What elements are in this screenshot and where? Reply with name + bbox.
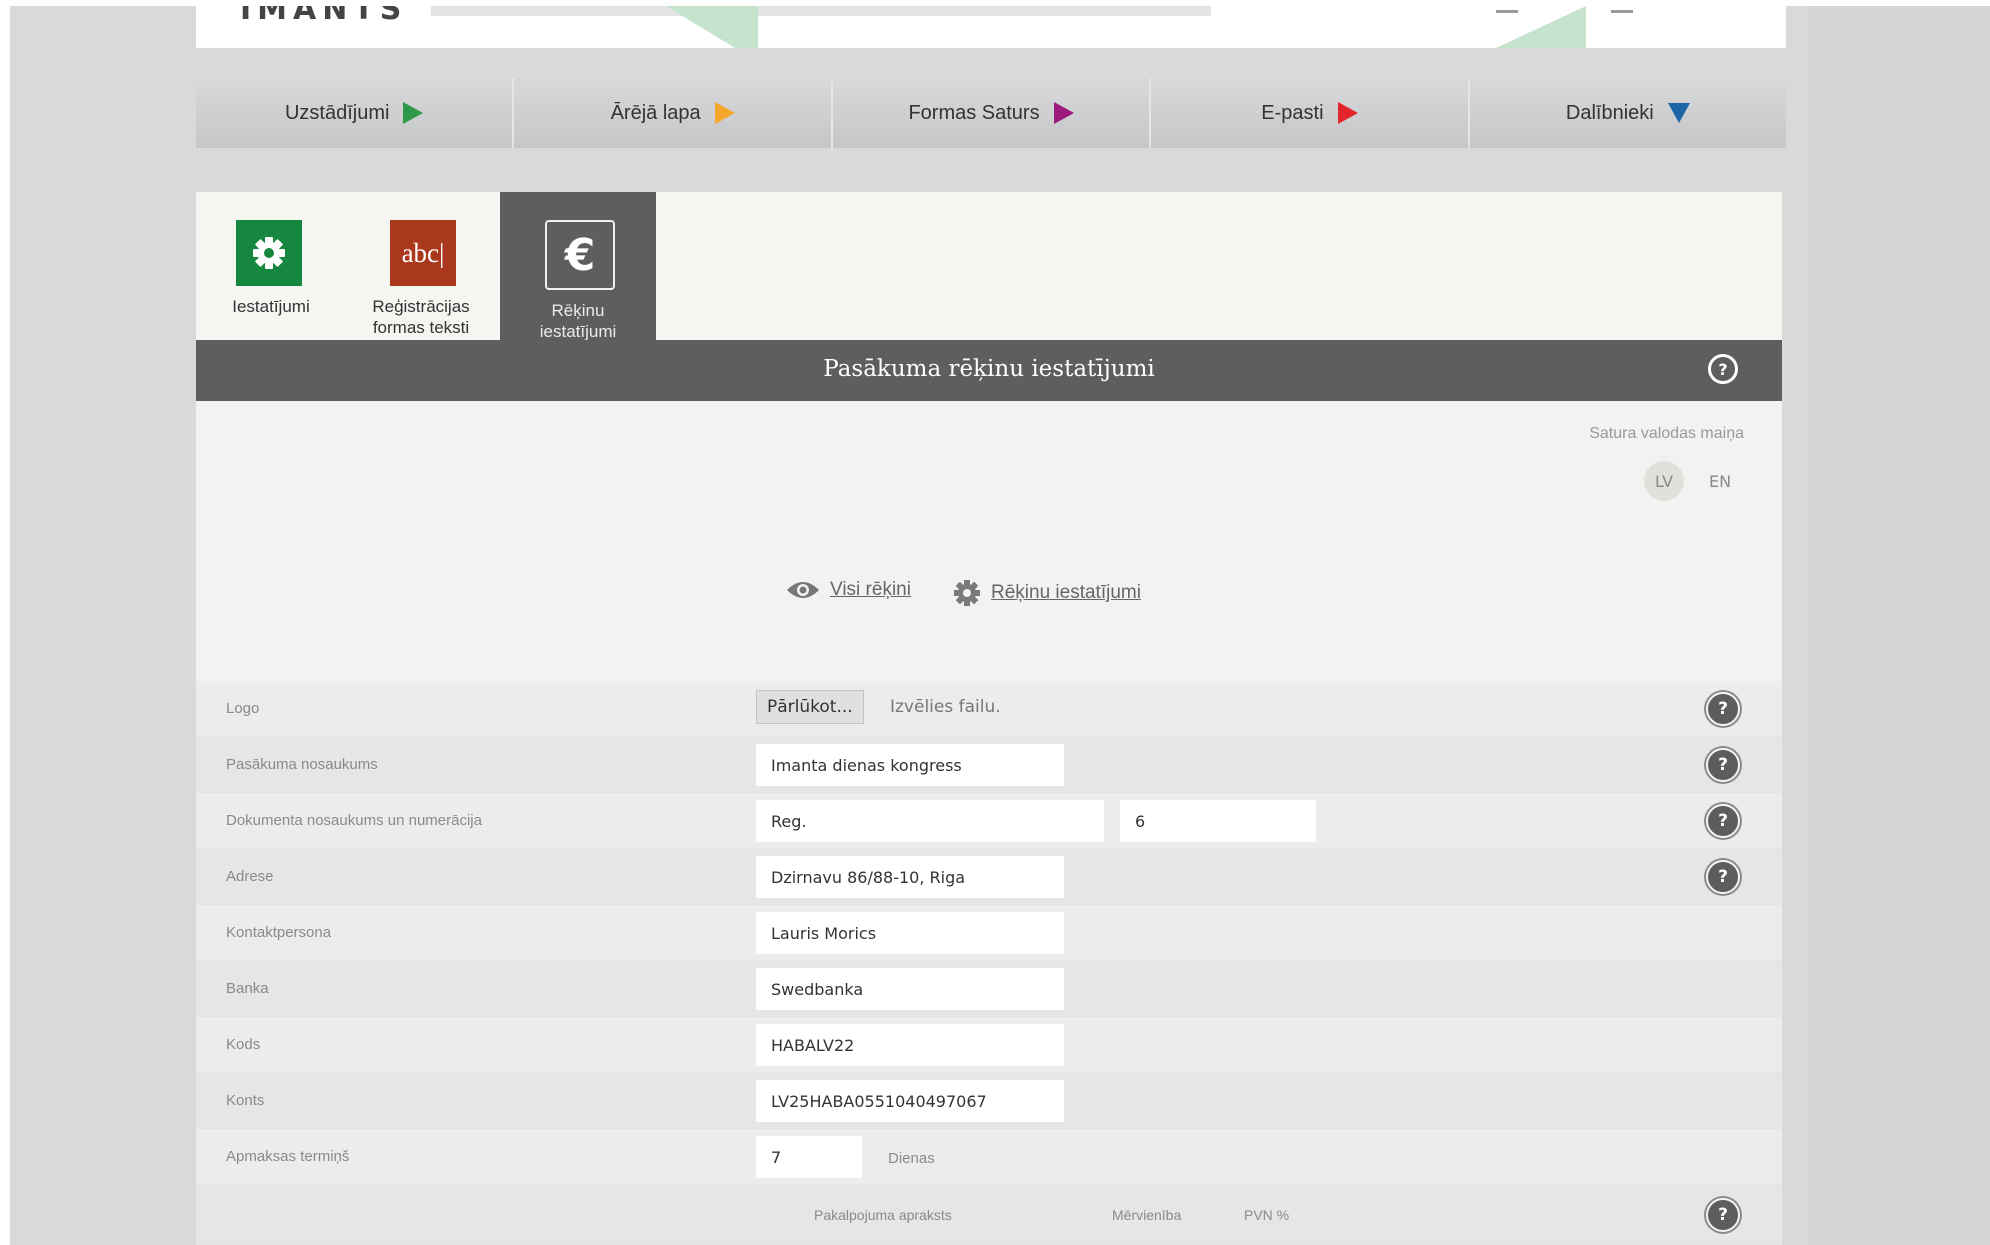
all-invoices-link[interactable]: Visi rēķini <box>786 579 911 601</box>
form-row-payment-term: Apmaksas termiņš Dienas <box>196 1129 1782 1185</box>
language-en-button[interactable]: EN <box>1700 461 1740 501</box>
nav-external-page[interactable]: Ārējā lapa <box>514 78 833 148</box>
payment-term-input[interactable] <box>756 1136 862 1178</box>
tab-registration-texts[interactable]: abc| Reģistrācijas formas teksti <box>346 192 496 340</box>
bank-input[interactable] <box>756 968 1064 1010</box>
logo-label: Logo <box>226 700 260 717</box>
language-lv-button[interactable]: LV <box>1644 461 1684 501</box>
nav-emails[interactable]: E-pasti <box>1151 78 1470 148</box>
code-input[interactable] <box>756 1024 1064 1066</box>
payment-term-label: Apmaksas termiņš <box>226 1148 350 1165</box>
section-title-bar: Pasākuma rēķinu iestatījumi ? <box>196 340 1782 401</box>
service-description-header: Pakalpojuma apraksts <box>814 1207 952 1223</box>
tab-settings[interactable]: Iestatījumi <box>196 192 346 340</box>
help-icon[interactable]: ? <box>1706 748 1740 782</box>
form-row-account: Konts <box>196 1073 1782 1129</box>
browse-file-button[interactable]: Pārlūkot... <box>756 690 864 724</box>
tab-invoice-settings[interactable]: € Rēķinu iestatījumi <box>500 192 656 341</box>
content-area: Satura valodas maiņa LV EN Visi rēķini R… <box>196 401 1782 681</box>
document-name-label: Dokumenta nosaukums un numerācija <box>226 812 482 829</box>
nav-external-page-label: Ārējā lapa <box>610 101 701 124</box>
tab-registration-texts-label: Reģistrācijas formas teksti <box>372 297 470 337</box>
page-title: Pasākuma rēķinu iestatījumi <box>823 356 1155 382</box>
contact-label: Kontaktpersona <box>226 924 332 941</box>
language-switch-caption: Satura valodas maiņa <box>1589 425 1744 442</box>
nav-emails-label: E-pasti <box>1261 101 1324 124</box>
account-input[interactable] <box>756 1080 1064 1122</box>
invoice-settings-label: Rēķinu iestatījumi <box>991 582 1141 603</box>
address-label: Adrese <box>226 868 274 885</box>
form-row-contact: Kontaktpersona <box>196 905 1782 961</box>
main-navigation: Uzstādījumi Ārējā lapa Formas Saturs E-p… <box>196 78 1787 148</box>
eye-icon <box>787 582 819 598</box>
help-icon[interactable]: ? <box>1708 354 1738 384</box>
nav-settings-label: Uzstādījumi <box>284 101 390 124</box>
header-user-icon[interactable] <box>1611 6 1633 13</box>
form-row-code: Kods <box>196 1017 1782 1073</box>
nav-form-content-label: Formas Saturs <box>908 101 1040 124</box>
header-menu-icon[interactable] <box>1496 6 1518 13</box>
unit-header: Mērvienība <box>1112 1207 1182 1223</box>
form-row-bank: Banka <box>196 961 1782 1017</box>
document-prefix-input[interactable] <box>756 800 1104 842</box>
event-name-label: Pasākuma nosaukums <box>226 756 378 773</box>
form-row-event-name: Pasākuma nosaukums ? <box>196 737 1782 793</box>
invoice-settings-link[interactable]: Rēķinu iestatījumi <box>953 579 1141 607</box>
form-row-document-name: Dokumenta nosaukums un numerācija ? <box>196 793 1782 849</box>
page-background-right <box>1808 6 1990 1245</box>
nav-participants-label: Dalībnieki <box>1565 101 1654 124</box>
play-arrow-icon <box>714 102 735 124</box>
help-icon[interactable]: ? <box>1706 1198 1740 1232</box>
form-row-logo: Logo Pārlūkot... Izvēlies failu. ? <box>196 681 1782 737</box>
header-search-bar[interactable] <box>431 6 1211 16</box>
header-decoration-left <box>666 6 758 48</box>
event-name-input[interactable] <box>756 744 1064 786</box>
tab-invoice-settings-label: Rēķinu iestatījumi <box>539 301 617 341</box>
nav-form-content[interactable]: Formas Saturs <box>832 78 1152 148</box>
play-arrow-icon <box>1053 102 1074 124</box>
document-number-input[interactable] <box>1120 800 1316 842</box>
brand-logo[interactable]: IMANTS <box>240 6 407 27</box>
contact-input[interactable] <box>756 912 1064 954</box>
help-icon[interactable]: ? <box>1706 692 1740 726</box>
days-unit-label: Dienas <box>888 1150 935 1167</box>
form-row-services-header: Pakalpojuma apraksts Mērvienība PVN % ? <box>196 1185 1782 1245</box>
form-row-address: Adrese ? <box>196 849 1782 905</box>
help-icon[interactable]: ? <box>1706 860 1740 894</box>
nav-settings[interactable]: Uzstādījumi <box>196 78 515 148</box>
gear-icon <box>954 580 980 606</box>
address-input[interactable] <box>756 856 1064 898</box>
chevron-down-icon <box>1667 103 1690 123</box>
account-label: Konts <box>226 1092 265 1109</box>
text-abc-icon: abc| <box>390 220 456 286</box>
all-invoices-label: Visi rēķini <box>830 579 911 600</box>
help-icon[interactable]: ? <box>1706 804 1740 838</box>
play-arrow-icon <box>1337 102 1358 124</box>
gear-icon <box>236 220 302 286</box>
module-tabs: Iestatījumi abc| Reģistrācijas formas te… <box>196 192 1782 341</box>
play-arrow-icon <box>403 102 424 124</box>
euro-icon: € <box>545 220 615 290</box>
bank-label: Banka <box>226 980 269 997</box>
vat-header: PVN % <box>1244 1207 1290 1223</box>
tab-settings-label: Iestatījumi <box>232 297 310 316</box>
file-name-text: Izvēlies failu. <box>890 697 1001 717</box>
nav-participants[interactable]: Dalībnieki <box>1469 78 1787 148</box>
code-label: Kods <box>226 1036 261 1053</box>
top-header: IMANTS <box>196 6 1786 48</box>
